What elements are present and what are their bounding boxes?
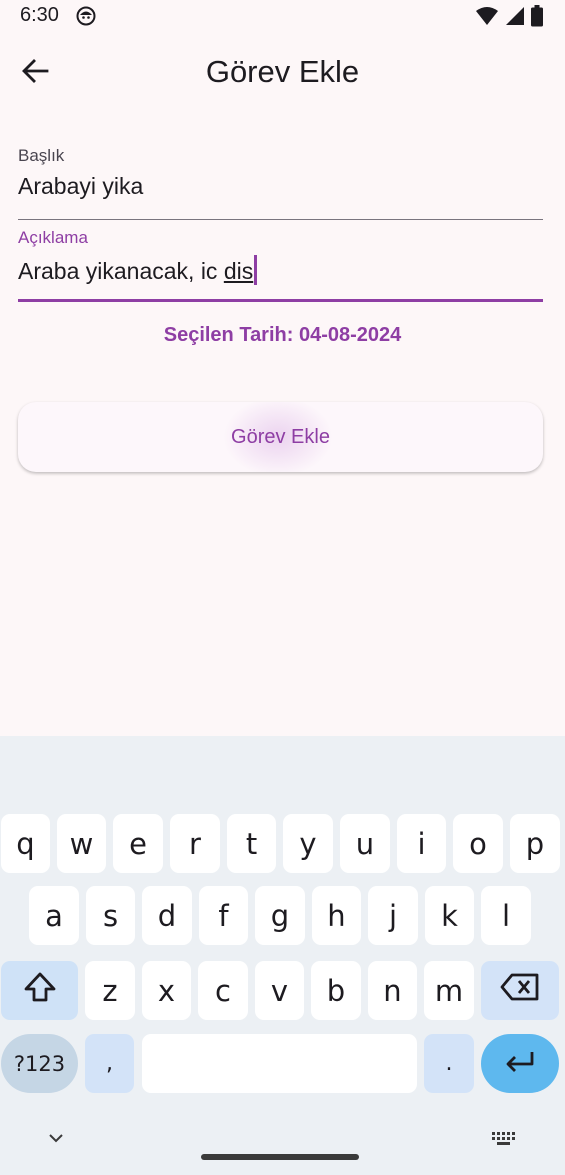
comma-key[interactable]: , xyxy=(85,1034,134,1093)
key-x[interactable]: x xyxy=(142,961,191,1020)
key-r[interactable]: r xyxy=(170,814,220,873)
key-k[interactable]: k xyxy=(425,886,474,945)
key-a[interactable]: a xyxy=(29,886,79,945)
app-bar: Görev Ekle xyxy=(0,40,565,106)
key-c[interactable]: c xyxy=(198,961,248,1020)
symbols-key[interactable]: ?123 xyxy=(1,1034,78,1093)
key-n[interactable]: n xyxy=(368,961,417,1020)
keyboard-grid-icon[interactable] xyxy=(492,1132,518,1151)
description-field-underline xyxy=(18,299,543,302)
space-key[interactable] xyxy=(142,1034,417,1093)
key-f[interactable]: f xyxy=(199,886,248,945)
key-y[interactable]: y xyxy=(283,814,333,873)
key-w[interactable]: w xyxy=(57,814,106,873)
shift-key[interactable] xyxy=(1,961,78,1020)
page-title: Görev Ekle xyxy=(205,54,360,89)
status-time: 6:30 xyxy=(20,4,59,26)
enter-icon xyxy=(504,1047,536,1081)
key-d[interactable]: d xyxy=(142,886,192,945)
description-text: Araba yikanacak, ic xyxy=(18,258,224,284)
key-s[interactable]: s xyxy=(86,886,135,945)
composing-text: dis xyxy=(223,258,254,284)
key-g[interactable]: g xyxy=(255,886,305,945)
home-indicator[interactable] xyxy=(201,1154,359,1160)
key-z[interactable]: z xyxy=(85,961,135,1020)
on-screen-keyboard: q w e r t y u i o p a s d f g h j k l z … xyxy=(0,736,565,1175)
key-l[interactable]: l xyxy=(481,886,531,945)
description-field-value[interactable]: Araba yikanacak, ic dis xyxy=(18,255,543,285)
signal-icon xyxy=(505,6,525,31)
description-field[interactable]: Açıklama Araba yikanacak, ic dis xyxy=(18,228,543,302)
key-v[interactable]: v xyxy=(255,961,304,1020)
key-i[interactable]: i xyxy=(397,814,446,873)
key-o[interactable]: o xyxy=(453,814,503,873)
status-bar: 6:30 xyxy=(0,0,565,32)
keyboard-row-4: ?123 , . xyxy=(0,1034,565,1094)
title-field-underline xyxy=(18,218,543,220)
key-h[interactable]: h xyxy=(312,886,361,945)
selected-date[interactable]: Seçilen Tarih: 04-08-2024 xyxy=(0,324,565,347)
title-field-value[interactable]: Arabayi yika xyxy=(18,173,543,200)
backspace-icon xyxy=(500,972,540,1009)
title-field-label: Başlık xyxy=(18,146,65,165)
key-t[interactable]: t xyxy=(227,814,276,873)
title-field[interactable]: Başlık Arabayi yika xyxy=(18,146,543,220)
chevron-down-icon[interactable] xyxy=(46,1128,66,1153)
key-e[interactable]: e xyxy=(113,814,163,873)
battery-icon xyxy=(531,5,543,32)
key-m[interactable]: m xyxy=(424,961,474,1020)
period-key[interactable]: . xyxy=(424,1034,474,1093)
key-q[interactable]: q xyxy=(1,814,50,873)
shift-icon xyxy=(23,971,57,1010)
key-j[interactable]: j xyxy=(368,886,418,945)
keyboard-row-1: q w e r t y u i o p xyxy=(0,814,565,874)
wifi-icon xyxy=(475,6,499,31)
key-u[interactable]: u xyxy=(340,814,390,873)
add-task-button-label: Görev Ekle xyxy=(231,425,330,448)
key-b[interactable]: b xyxy=(311,961,361,1020)
keyboard-row-2: a s d f g h j k l xyxy=(0,886,565,946)
key-p[interactable]: p xyxy=(510,814,560,873)
add-task-button[interactable]: Görev Ekle xyxy=(18,402,543,472)
enter-key[interactable] xyxy=(481,1034,559,1093)
backspace-key[interactable] xyxy=(481,961,559,1020)
keyboard-row-3: z x c v b n m xyxy=(0,961,565,1021)
description-field-label: Açıklama xyxy=(18,228,88,247)
text-caret xyxy=(254,255,257,285)
app-notification-icon xyxy=(76,6,96,31)
